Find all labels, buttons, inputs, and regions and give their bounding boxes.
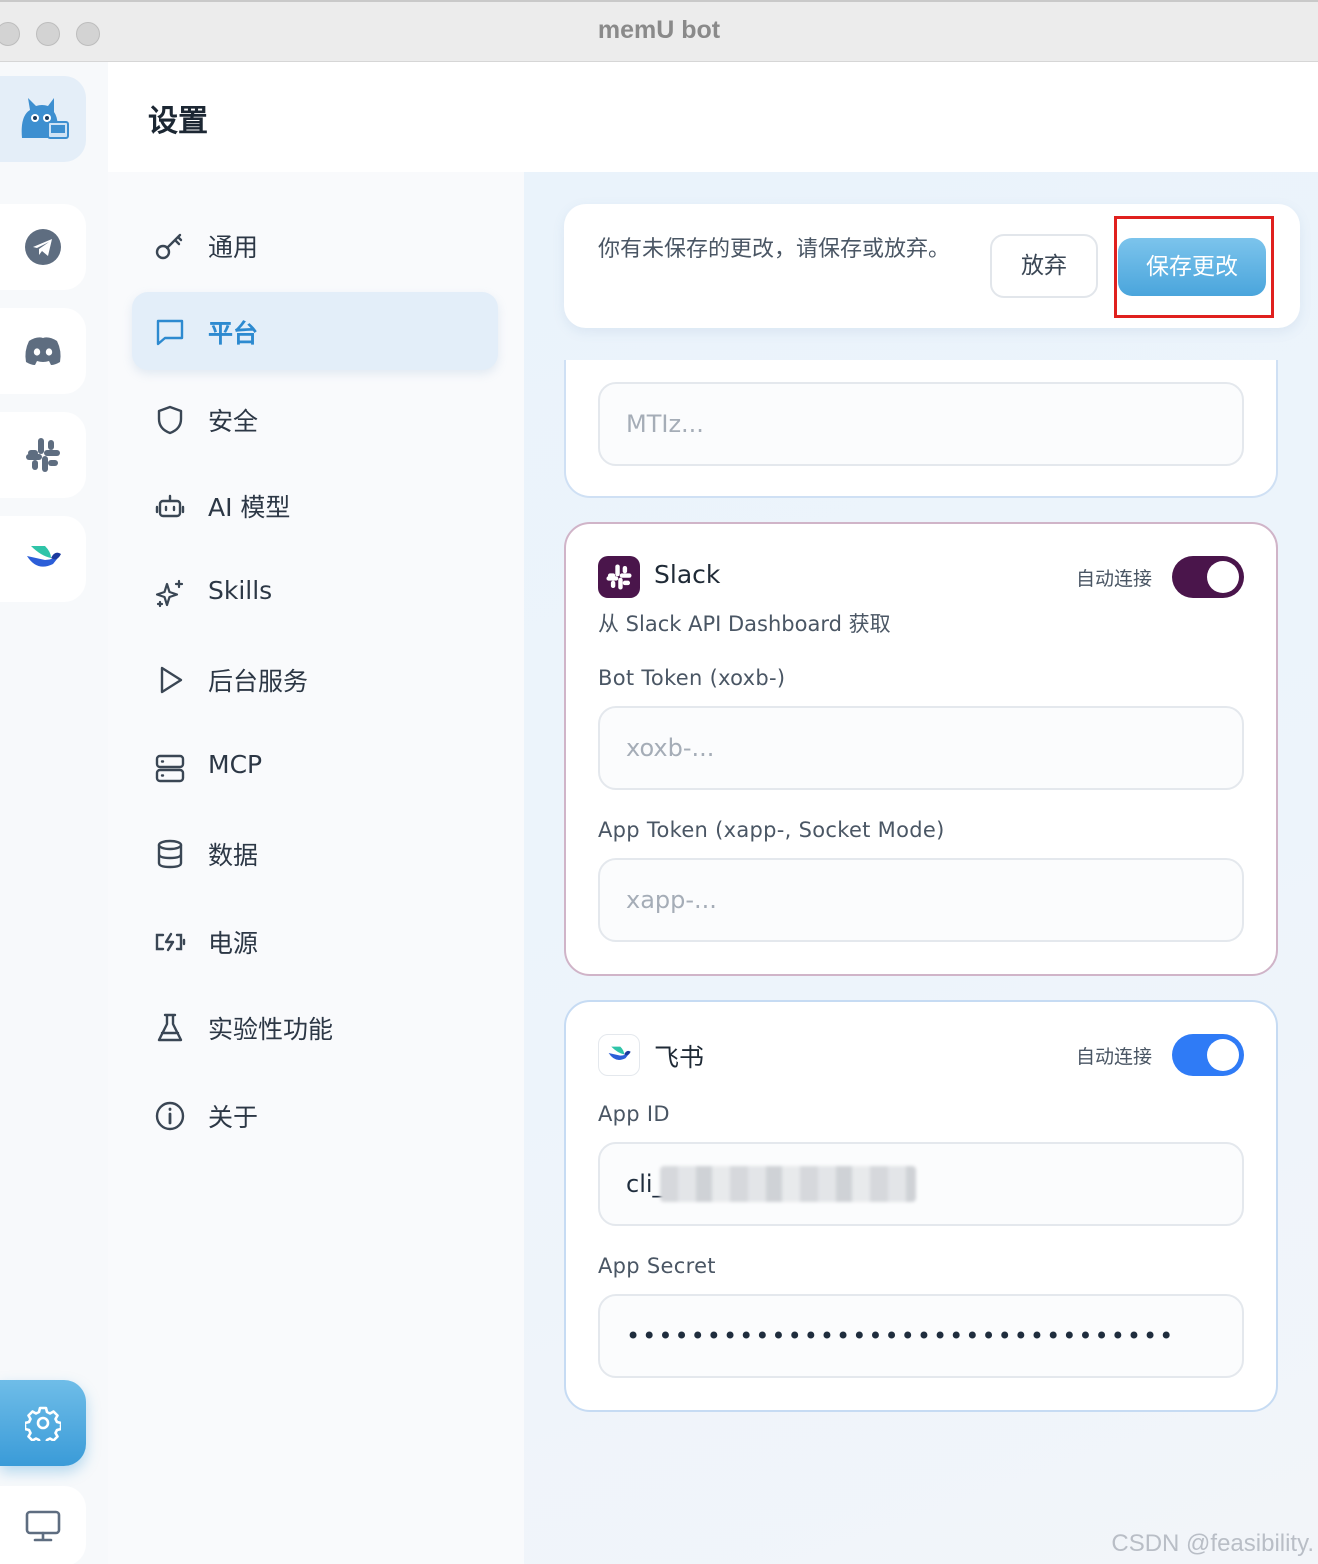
bot-token-label: Bot Token (xoxb-) xyxy=(598,666,786,690)
app-secret-value: •••••••••••••••••••••••••••••••••• xyxy=(626,1322,1176,1350)
auto-connect-label: 自动连接 xyxy=(1076,1046,1153,1068)
rail-slack-button[interactable] xyxy=(0,412,86,498)
feishu-logo xyxy=(598,1034,640,1076)
info-icon xyxy=(155,1101,185,1131)
nav-item-experimental[interactable]: 实验性功能 xyxy=(132,988,498,1066)
slack-icon xyxy=(26,438,60,472)
unsaved-changes-bar: 你有未保存的更改，请保存或放弃。 放弃 保存更改 xyxy=(564,204,1300,328)
bot-icon xyxy=(155,494,185,518)
rail-feishu-button[interactable] xyxy=(0,516,86,602)
flask-icon xyxy=(157,1013,183,1042)
feishu-icon xyxy=(27,546,61,567)
nav-item-ai-model[interactable]: AI 模型 xyxy=(132,466,498,544)
app-token-input[interactable]: xapp-... xyxy=(598,858,1244,942)
settings-icon xyxy=(25,1406,61,1441)
app-token-label: App Token (xapp-, Socket Mode) xyxy=(598,818,945,842)
feishu-auto-connect-toggle[interactable] xyxy=(1172,1034,1244,1076)
memu-logo-button[interactable] xyxy=(0,76,86,162)
settings-nav: 通用 平台 安全 AI 模型 Skills 后台服务 MCP 数据 电源 实验性… xyxy=(108,172,524,1564)
app-id-label: App ID xyxy=(598,1102,670,1126)
toggle-knob xyxy=(1207,1039,1239,1071)
app-id-value: cli_ xyxy=(626,1170,665,1198)
nav-item-label: 平台 xyxy=(208,319,259,348)
telegram-icon xyxy=(25,229,61,265)
nav-item-label: 通用 xyxy=(208,233,259,262)
auto-connect-label: 自动连接 xyxy=(1076,568,1153,590)
memu-logo-icon xyxy=(21,98,69,139)
slack-subtitle: 从 Slack API Dashboard 获取 xyxy=(598,612,891,636)
app-secret-input[interactable]: •••••••••••••••••••••••••••••••••• xyxy=(598,1294,1244,1378)
play-icon xyxy=(160,666,183,694)
toggle-knob xyxy=(1207,561,1239,593)
bot-token-input[interactable]: xoxb-... xyxy=(598,706,1244,790)
nav-item-label: 安全 xyxy=(208,407,259,436)
monitor-icon xyxy=(25,1510,61,1542)
nav-item-label: 后台服务 xyxy=(208,667,309,696)
app-secret-label: App Secret xyxy=(598,1254,716,1278)
platform-settings-panel: 你有未保存的更改，请保存或放弃。 放弃 保存更改 MTIz... Slack 自… xyxy=(524,172,1318,1564)
app-id-input[interactable]: cli_ xyxy=(598,1142,1244,1226)
server-icon xyxy=(155,754,185,783)
battery-charging-icon xyxy=(155,932,186,952)
slack-auto-connect-toggle[interactable] xyxy=(1172,556,1244,598)
message-square-icon xyxy=(156,319,184,346)
discard-button[interactable]: 放弃 xyxy=(990,234,1098,298)
watermark: CSDN @feasibility. xyxy=(1111,1530,1314,1557)
token-input[interactable]: MTIz... xyxy=(598,382,1244,466)
nav-item-mcp[interactable]: MCP xyxy=(132,728,498,806)
rail-settings-button[interactable] xyxy=(0,1380,86,1466)
nav-item-background-service[interactable]: 后台服务 xyxy=(132,640,498,718)
slack-title: Slack xyxy=(654,560,721,589)
nav-item-label: 实验性功能 xyxy=(208,1015,334,1044)
nav-item-label: AI 模型 xyxy=(208,493,291,522)
nav-item-platform[interactable]: 平台 xyxy=(132,292,498,370)
shield-icon xyxy=(157,405,183,435)
nav-item-label: 电源 xyxy=(208,929,259,958)
window-titlebar: memU bot xyxy=(0,0,1318,62)
slack-icon xyxy=(606,564,632,590)
annotation-highlight-box xyxy=(1114,216,1274,318)
nav-item-label: 数据 xyxy=(208,841,259,870)
key-icon xyxy=(155,233,183,260)
page-title: 设置 xyxy=(148,104,208,139)
app-icon-rail xyxy=(0,62,108,1564)
slack-card: Slack 自动连接 从 Slack API Dashboard 获取 Bot … xyxy=(564,522,1278,976)
platform-card-partial: MTIz... xyxy=(564,360,1278,498)
nav-item-data[interactable]: 数据 xyxy=(132,814,498,892)
nav-item-security[interactable]: 安全 xyxy=(132,380,498,458)
nav-item-general[interactable]: 通用 xyxy=(132,206,498,284)
nav-item-about[interactable]: 关于 xyxy=(132,1076,498,1154)
feishu-card: 飞书 自动连接 App ID cli_ App Secret •••••••••… xyxy=(564,1000,1278,1412)
slack-logo xyxy=(598,556,640,598)
rail-telegram-button[interactable] xyxy=(0,204,86,290)
database-icon xyxy=(157,839,183,869)
unsaved-message: 你有未保存的更改，请保存或放弃。 xyxy=(598,237,951,262)
feishu-icon xyxy=(608,1046,631,1060)
feishu-title: 飞书 xyxy=(654,1043,705,1072)
redaction-blur xyxy=(660,1166,916,1202)
nav-item-label: Skills xyxy=(208,576,273,605)
rail-discord-button[interactable] xyxy=(0,308,86,394)
nav-item-power[interactable]: 电源 xyxy=(132,902,498,980)
settings-header: 设置 xyxy=(108,62,1318,172)
nav-item-label: 关于 xyxy=(208,1103,259,1132)
nav-item-label: MCP xyxy=(208,750,263,779)
nav-item-skills[interactable]: Skills xyxy=(132,554,498,632)
discord-icon xyxy=(25,337,61,365)
window-title: memU bot xyxy=(597,16,721,44)
rail-monitor-button[interactable] xyxy=(0,1486,86,1564)
sparkles-icon xyxy=(155,579,184,608)
